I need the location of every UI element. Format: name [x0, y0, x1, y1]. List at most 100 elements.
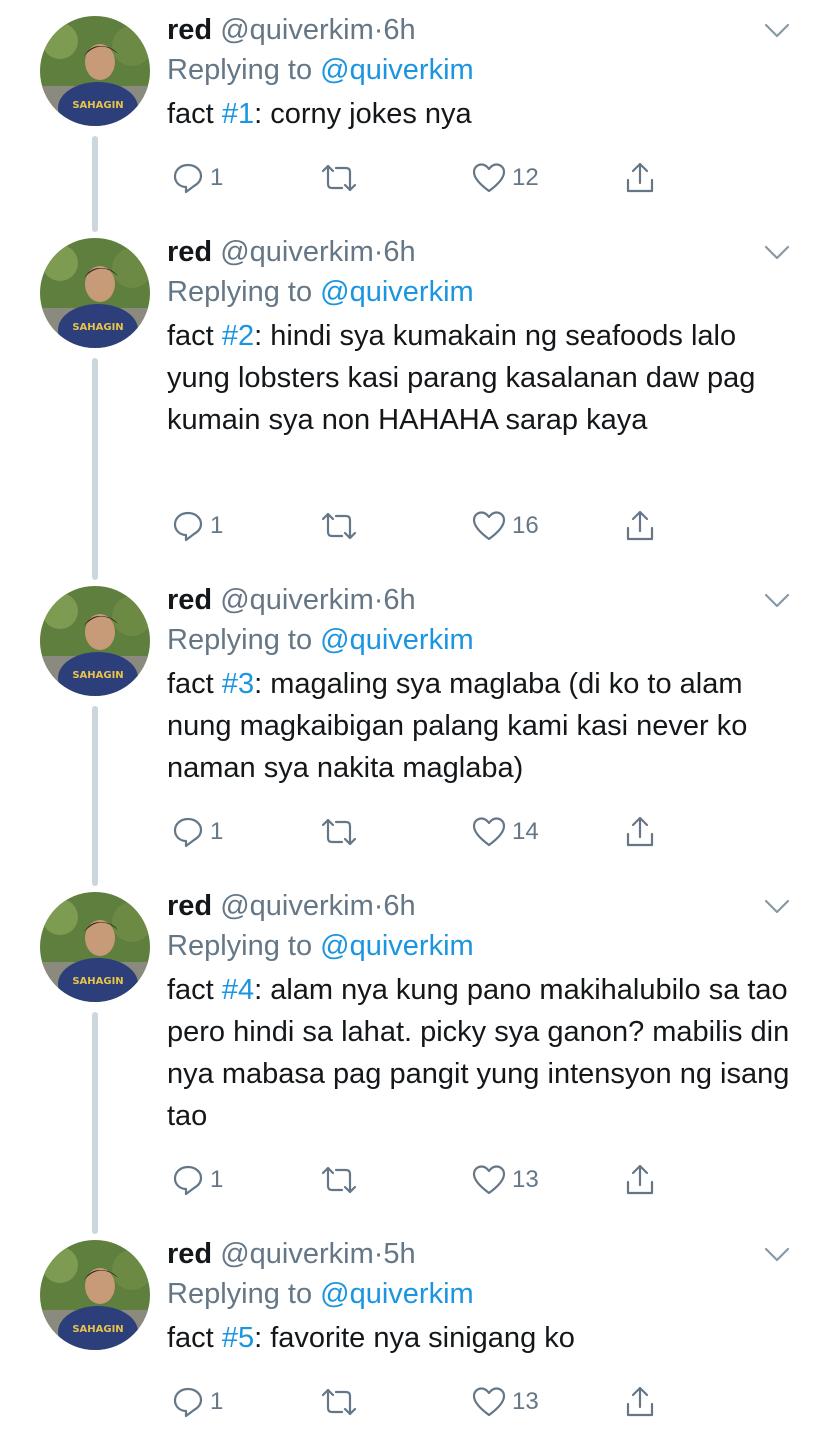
heart-icon [472, 1387, 506, 1417]
timestamp[interactable]: 6h [383, 236, 415, 268]
separator: · [373, 236, 384, 268]
heart-icon [472, 163, 506, 193]
share-icon [626, 1164, 654, 1195]
tweet-text: fact #2: hindi sya kumakain ng seafoods … [167, 315, 767, 441]
reply-icon [173, 817, 203, 848]
share-button[interactable] [624, 506, 656, 546]
avatar[interactable]: SAHAGIN [40, 1240, 150, 1350]
reply-icon [173, 1165, 203, 1196]
user-handle[interactable]: @quiverkim [220, 1238, 374, 1270]
heart-icon [472, 817, 506, 847]
display-name[interactable]: red [167, 584, 212, 616]
chevron-down-icon[interactable] [764, 592, 790, 610]
retweet-button[interactable] [320, 506, 358, 546]
tweet-content: red @quiverkim·6h Replying to @quiverkim… [167, 886, 797, 1137]
share-icon [626, 510, 654, 541]
share-icon [626, 162, 654, 193]
avatar[interactable]: SAHAGIN [40, 586, 150, 696]
reply-button[interactable]: 1 [172, 812, 223, 852]
reply-count: 1 [210, 818, 224, 845]
svg-text:SAHAGIN: SAHAGIN [72, 322, 123, 333]
mention-link[interactable]: @quiverkim [320, 54, 474, 86]
hashtag-link[interactable]: #3 [222, 668, 254, 700]
timestamp[interactable]: 6h [383, 890, 415, 922]
text-prefix: fact [167, 974, 222, 1006]
retweet-button[interactable] [320, 812, 358, 852]
reply-button[interactable]: 1 [172, 158, 223, 198]
separator: · [373, 14, 384, 46]
retweet-button[interactable] [320, 1160, 358, 1200]
like-count: 14 [512, 818, 539, 845]
mention-link[interactable]: @quiverkim [320, 1278, 474, 1310]
display-name[interactable]: red [167, 890, 212, 922]
reply-button[interactable]: 1 [172, 1160, 223, 1200]
text-body: : alam nya kung pano makihalubilo sa tao… [167, 974, 790, 1132]
tweet[interactable]: SAHAGIN red @quiverkim·6h Replying to @q… [0, 570, 828, 886]
avatar[interactable]: SAHAGIN [40, 16, 150, 126]
chevron-down-icon[interactable] [764, 1246, 790, 1264]
mention-link[interactable]: @quiverkim [320, 276, 474, 308]
share-button[interactable] [624, 812, 656, 852]
tweet[interactable]: SAHAGIN red @quiverkim·5h Replying to @q… [0, 1224, 828, 1442]
user-handle[interactable]: @quiverkim [220, 890, 374, 922]
mention-link[interactable]: @quiverkim [320, 624, 474, 656]
reply-icon [173, 511, 203, 542]
heart-icon [472, 511, 506, 541]
tweet-content: red @quiverkim·6h Replying to @quiverkim… [167, 10, 797, 135]
display-name[interactable]: red [167, 14, 212, 46]
chevron-down-icon[interactable] [764, 22, 790, 40]
like-button[interactable]: 12 [472, 158, 539, 198]
timestamp[interactable]: 5h [383, 1238, 415, 1270]
svg-text:SAHAGIN: SAHAGIN [72, 100, 123, 111]
tweet-content: red @quiverkim·5h Replying to @quiverkim… [167, 1234, 797, 1359]
tweet-text: fact #5: favorite nya sinigang ko [167, 1317, 797, 1359]
user-handle[interactable]: @quiverkim [220, 584, 374, 616]
text-prefix: fact [167, 98, 222, 130]
text-prefix: fact [167, 320, 222, 352]
like-button[interactable]: 13 [472, 1160, 539, 1200]
hashtag-link[interactable]: #4 [222, 974, 254, 1006]
tweet[interactable]: SAHAGIN red @quiverkim·6h Replying to @q… [0, 222, 828, 580]
reply-button[interactable]: 1 [172, 1382, 223, 1422]
tweet-content: red @quiverkim·6h Replying to @quiverkim… [167, 580, 797, 789]
like-count: 13 [512, 1166, 539, 1193]
like-button[interactable]: 13 [472, 1382, 539, 1422]
hashtag-link[interactable]: #2 [222, 320, 254, 352]
text-prefix: fact [167, 1322, 222, 1354]
tweet[interactable]: SAHAGIN red @quiverkim·6h Replying to @q… [0, 0, 828, 232]
user-handle[interactable]: @quiverkim [220, 14, 374, 46]
tweet-actions: 1 16 [172, 506, 672, 546]
replying-to: Replying to @quiverkim [167, 272, 797, 312]
hashtag-link[interactable]: #1 [222, 98, 254, 130]
replying-to: Replying to @quiverkim [167, 50, 797, 90]
like-button[interactable]: 16 [472, 506, 539, 546]
share-button[interactable] [624, 1160, 656, 1200]
reply-button[interactable]: 1 [172, 506, 223, 546]
like-count: 12 [512, 164, 539, 191]
share-button[interactable] [624, 158, 656, 198]
retweet-button[interactable] [320, 1382, 358, 1422]
tweet-text: fact #4: alam nya kung pano makihalubilo… [167, 969, 797, 1137]
mention-link[interactable]: @quiverkim [320, 930, 474, 962]
display-name[interactable]: red [167, 1238, 212, 1270]
chevron-down-icon[interactable] [764, 244, 790, 262]
svg-text:SAHAGIN: SAHAGIN [72, 670, 123, 681]
chevron-down-icon[interactable] [764, 898, 790, 916]
display-name[interactable]: red [167, 236, 212, 268]
timestamp[interactable]: 6h [383, 584, 415, 616]
timestamp[interactable]: 6h [383, 14, 415, 46]
text-body: : magaling sya maglaba (di ko to alam nu… [167, 668, 748, 784]
replying-to: Replying to @quiverkim [167, 926, 797, 966]
retweet-button[interactable] [320, 158, 358, 198]
avatar[interactable]: SAHAGIN [40, 238, 150, 348]
hashtag-link[interactable]: #5 [222, 1322, 254, 1354]
retweet-icon [321, 818, 357, 846]
share-icon [626, 816, 654, 847]
tweet-header: red @quiverkim·6h [167, 580, 797, 620]
like-button[interactable]: 14 [472, 812, 539, 852]
share-button[interactable] [624, 1382, 656, 1422]
tweet[interactable]: SAHAGIN red @quiverkim·6h Replying to @q… [0, 876, 828, 1234]
avatar[interactable]: SAHAGIN [40, 892, 150, 1002]
retweet-icon [321, 164, 357, 192]
user-handle[interactable]: @quiverkim [220, 236, 374, 268]
